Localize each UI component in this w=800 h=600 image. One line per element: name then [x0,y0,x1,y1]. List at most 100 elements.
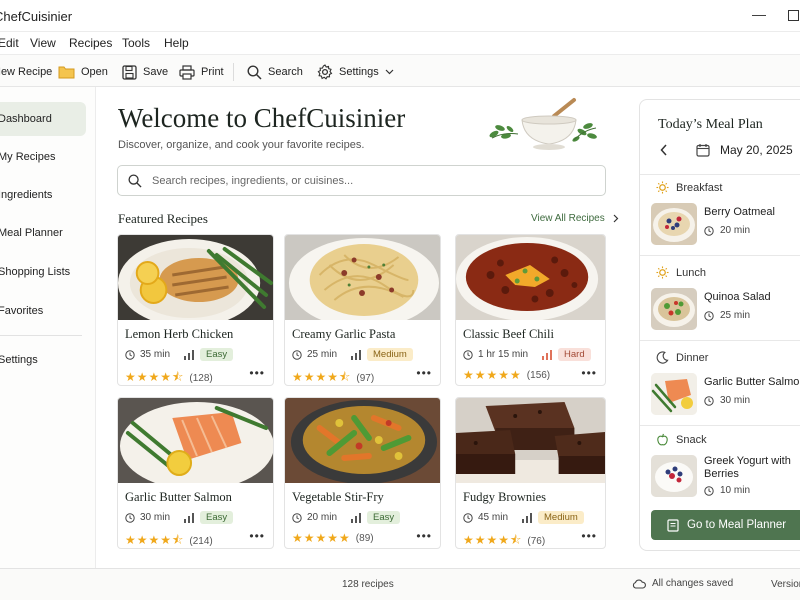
divider [640,174,800,175]
recipe-search-box[interactable] [117,165,606,196]
search-label: Search [268,66,303,78]
save-label: Save [143,66,169,78]
fudgy-brownies-image [456,398,605,483]
review-count: (156) [526,369,551,381]
recipe-card[interactable]: Lemon Herb Chicken 35 min Easy ★★★★⯪ (128… [117,234,274,386]
minimize-icon[interactable]: — [752,6,766,22]
difficulty-bars-icon [184,512,195,523]
vegetable-stir-fry-image [285,398,440,483]
save-button[interactable]: Save [122,63,168,81]
difficulty-badge: Easy [200,511,234,524]
sidebar-item-meal-planner[interactable]: Meal Planner [0,216,86,250]
meal-slot-label: Breakfast [676,181,723,194]
recipe-card[interactable]: Fudgy Brownies 45 min Medium ★★★★⯪ (76) •… [455,397,606,549]
difficulty-badge: Hard [558,348,591,361]
divider [640,425,800,426]
title-bar: ChefCuisinier — [0,0,800,32]
settings-button[interactable]: Settings [317,63,394,81]
settings-label: Settings [339,66,379,78]
document-icon [667,518,679,532]
new-recipe-button[interactable]: New Recipe [0,63,52,81]
meal-slot-label: Lunch [676,266,706,279]
difficulty-bars-icon [351,512,362,523]
menu-bar: Edit View Recipes Tools Help [0,32,800,53]
sun-icon [656,181,669,194]
moon-icon [656,351,669,364]
meal-plan-date: May 20, 2025 [720,143,793,157]
meal-plan-panel: Today’s Meal Plan May 20, 2025 Breakfast… [639,99,800,551]
menu-edit[interactable]: Edit [0,36,19,50]
mortar-pestle-illustration [489,98,597,150]
review-count: (97) [356,373,375,384]
print-button[interactable]: Print [179,63,224,81]
recipe-card[interactable]: Classic Beef Chili 1 hr 15 min Hard ★★★★… [455,234,606,386]
divider [640,340,800,341]
clock-icon [292,512,302,523]
search-toolbar-button[interactable]: Search [247,63,303,81]
recipe-card[interactable]: Creamy Garlic Pasta 25 min Medium ★★★★⯪ (… [284,234,441,386]
chevron-down-icon [385,69,394,75]
more-options-icon[interactable]: ••• [581,366,597,380]
menu-view[interactable]: View [30,36,56,50]
menu-help[interactable]: Help [164,36,189,50]
sidebar-item-dashboard[interactable]: Dashboard [0,102,86,136]
search-input[interactable] [152,174,572,187]
sidebar-item-ingredients[interactable]: Ingredients [0,178,86,212]
quinoa-salad-image [651,288,697,330]
clock-icon [125,512,135,523]
menu-recipes[interactable]: Recipes [69,36,112,50]
meal-name: Greek Yogurt with Berries [704,455,791,480]
sidebar-item-label: Dashboard [0,113,52,125]
lemon-herb-chicken-image [118,235,273,320]
more-options-icon[interactable]: ••• [249,366,265,380]
menu-tools[interactable]: Tools [122,36,150,50]
recipe-time: 20 min [307,512,338,523]
maximize-icon[interactable] [788,8,799,24]
garlic-butter-salmon-thumb [651,373,697,415]
sun-icon [656,266,669,279]
difficulty-badge: Easy [367,511,401,524]
recipe-card[interactable]: Garlic Butter Salmon 30 min Easy ★★★★⯪ (2… [117,397,274,549]
meal-plan-date-nav: May 20, 2025 [654,143,800,157]
recipe-time: 25 min [307,349,338,360]
sidebar-divider [0,335,82,336]
sidebar-item-favorites[interactable]: Favorites [0,294,86,328]
creamy-garlic-pasta-image [285,235,440,320]
difficulty-bars-icon [184,349,195,360]
view-all-recipes-link[interactable]: View All Recipes [531,213,619,224]
calendar-icon [696,144,710,157]
chevron-left-icon[interactable] [660,144,668,156]
save-icon [122,64,137,80]
recipe-name: Fudgy Brownies [463,490,546,504]
sidebar-item-label: Shopping Lists [0,266,71,278]
save-status: All changes saved [632,578,733,589]
sidebar: Dashboard My Recipes Ingredients Meal Pl… [0,87,96,568]
more-options-icon[interactable]: ••• [416,529,432,543]
meal-name: Quinoa Salad [704,291,771,303]
difficulty-bars-icon [522,512,533,523]
meal-slot-snack: Snack [656,433,707,446]
page-subtitle: Discover, organize, and cook your favori… [118,139,365,151]
sidebar-item-label: My Recipes [0,151,56,163]
open-button[interactable]: Open [58,63,108,81]
version-label: Version [771,579,800,590]
sidebar-item-settings[interactable]: Settings [0,343,86,377]
more-options-icon[interactable]: ••• [249,529,265,543]
printer-icon [179,64,195,80]
clock-icon [704,310,714,321]
more-options-icon[interactable]: ••• [416,366,432,380]
go-to-meal-planner-button[interactable]: Go to Meal Planner [651,510,800,540]
sidebar-item-shopping-lists[interactable]: Shopping Lists [0,255,86,289]
classic-beef-chili-image [456,235,605,320]
clock-icon [704,395,714,406]
sidebar-item-my-recipes[interactable]: My Recipes [0,140,86,174]
recipe-time: 30 min [140,512,171,523]
more-options-icon[interactable]: ••• [581,529,597,543]
difficulty-bars-icon [542,349,553,360]
rating-stars: ★★★★⯪ [463,533,523,547]
review-count: (89) [355,532,374,544]
meal-slot-dinner: Dinner [656,351,708,364]
recipe-card[interactable]: Vegetable Stir-Fry 20 min Easy ★★★★★ (89)… [284,397,441,549]
apple-icon [657,433,668,446]
save-status-label: All changes saved [652,578,734,589]
